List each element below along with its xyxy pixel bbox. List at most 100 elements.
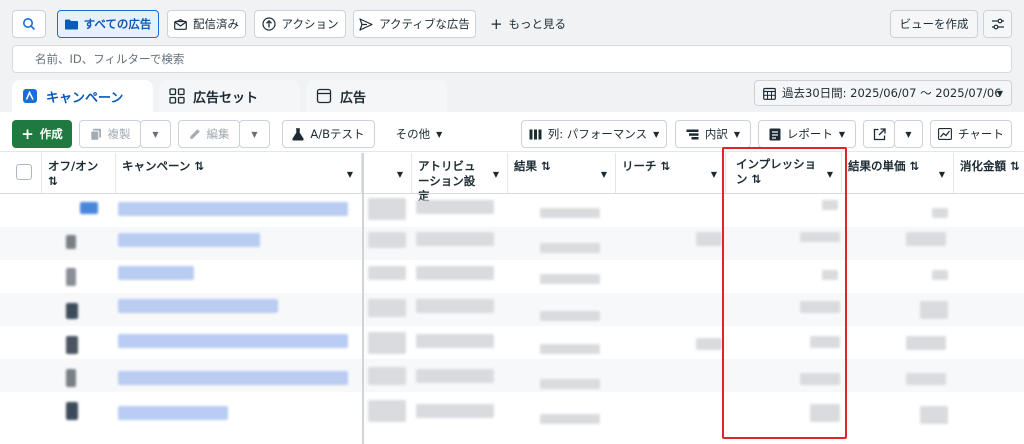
- export-dropdown[interactable]: ▼: [894, 120, 923, 148]
- toggle-switch[interactable]: [66, 268, 76, 286]
- delivery-cell: [368, 232, 406, 248]
- plus-icon: +: [489, 14, 503, 33]
- more-label: もっと見る: [508, 17, 567, 31]
- edit-dropdown[interactable]: ▼: [239, 120, 270, 148]
- cost-per-result-cell: [906, 373, 946, 385]
- chevron-down-icon[interactable]: ▼: [601, 167, 607, 182]
- toggle-switch[interactable]: [66, 402, 78, 420]
- send-icon: [359, 17, 373, 31]
- toggle-switch[interactable]: [66, 235, 76, 249]
- table-row[interactable]: [0, 260, 1024, 293]
- breakdown-icon: [686, 129, 699, 139]
- search-field[interactable]: [12, 45, 1012, 73]
- chevron-down-icon[interactable]: ▼: [397, 167, 403, 182]
- chevron-down-icon: ▼: [436, 129, 443, 139]
- chevron-down-icon[interactable]: ▼: [347, 167, 353, 182]
- chevron-down-icon[interactable]: ▼: [711, 167, 717, 182]
- delivery-cell: [368, 400, 406, 422]
- export-button[interactable]: [863, 120, 895, 148]
- table-row[interactable]: [0, 293, 1024, 326]
- create-view-button[interactable]: ビューを作成: [890, 10, 978, 38]
- search-button[interactable]: [12, 10, 46, 38]
- table-row[interactable]: [0, 227, 1024, 260]
- column-header-label: 消化金額 ⇅: [960, 159, 1020, 173]
- report-label: レポート: [786, 127, 833, 141]
- reach-cell: [696, 338, 722, 350]
- column-header-impressions[interactable]: インプレッション ⇅ ▼: [726, 153, 842, 193]
- chevron-down-icon[interactable]: ▼: [493, 167, 499, 182]
- columns-button[interactable]: 列: パフォーマンス ▼: [521, 120, 667, 148]
- chevron-down-icon: ▼: [152, 129, 159, 139]
- campaign-name-link[interactable]: [118, 334, 348, 348]
- select-all-checkbox[interactable]: [16, 164, 32, 180]
- search-input[interactable]: [13, 46, 1011, 72]
- chevron-down-icon[interactable]: ▼: [827, 167, 833, 182]
- report-button[interactable]: レポート ▼: [758, 120, 856, 148]
- delivery-cell: [368, 332, 406, 354]
- column-header-toggle[interactable]: オフ/オン ⇅: [42, 153, 116, 193]
- tab-label: 広告: [340, 90, 367, 106]
- table-row[interactable]: [0, 359, 1024, 392]
- filter-label: すべての広告: [83, 17, 152, 31]
- sliders-icon: [991, 18, 1004, 30]
- duplicate-button[interactable]: 複製: [79, 120, 141, 148]
- campaign-name-link[interactable]: [118, 233, 260, 247]
- chevron-down-icon: ▼: [996, 88, 1003, 98]
- duplicate-dropdown[interactable]: ▼: [140, 120, 171, 148]
- toggle-switch[interactable]: [66, 303, 78, 319]
- toggle-switch[interactable]: [66, 336, 78, 354]
- column-header-attribution[interactable]: アトリビューション設定 ▼: [412, 153, 508, 203]
- create-button[interactable]: + 作成: [12, 120, 72, 148]
- breakdown-label: 内訳: [704, 127, 728, 141]
- campaign-name-link[interactable]: [118, 299, 278, 313]
- campaign-name-link[interactable]: [118, 266, 194, 280]
- tab-campaigns[interactable]: キャンペーン: [12, 80, 153, 112]
- filter-label: 配信済み: [193, 17, 239, 31]
- breakdown-button[interactable]: 内訳 ▼: [675, 120, 751, 148]
- table-row[interactable]: [0, 392, 1024, 444]
- edit-button[interactable]: 編集: [178, 120, 240, 148]
- results-cell: [540, 274, 600, 284]
- delivery-cell: [368, 299, 406, 317]
- other-label: その他: [395, 127, 431, 141]
- impressions-cell: [810, 404, 840, 422]
- column-header-label: 結果 ⇅: [514, 159, 551, 173]
- filter-label: アクション: [281, 17, 339, 31]
- chevron-down-icon: ▼: [905, 129, 912, 139]
- columns-icon: [529, 129, 542, 139]
- column-header-reach[interactable]: リーチ ⇅ ▼: [616, 153, 726, 193]
- toggle-switch[interactable]: [80, 202, 98, 214]
- chevron-down-icon[interactable]: ▼: [939, 167, 945, 182]
- toggle-switch[interactable]: [66, 369, 76, 387]
- other-menu-button[interactable]: その他 ▼: [384, 120, 454, 148]
- folder-icon: [64, 19, 78, 29]
- results-cell: [540, 344, 600, 354]
- filter-actions[interactable]: アクション: [254, 10, 346, 38]
- campaign-name-link[interactable]: [118, 406, 228, 420]
- filter-delivered[interactable]: 配信済み: [167, 10, 246, 38]
- campaign-name-link[interactable]: [118, 371, 348, 385]
- filter-all-ads[interactable]: すべての広告: [57, 10, 159, 38]
- column-header-campaign[interactable]: キャンペーン ⇅ ▼: [116, 153, 362, 193]
- view-settings-button[interactable]: [983, 10, 1012, 38]
- table-row[interactable]: [0, 194, 1024, 227]
- ab-test-button[interactable]: A/Bテスト: [282, 120, 375, 148]
- campaign-name-link[interactable]: [118, 202, 348, 216]
- chart-button[interactable]: チャート: [930, 120, 1012, 148]
- tab-ad-sets[interactable]: 広告セット: [159, 80, 300, 112]
- date-range-picker[interactable]: 過去30日間: 2025/06/07 〜 2025/07/06 ▼: [754, 80, 1012, 106]
- pencil-icon: [189, 129, 200, 139]
- create-label: 作成: [39, 127, 63, 141]
- tab-ads[interactable]: 広告: [306, 80, 447, 112]
- column-header-results[interactable]: 結果 ⇅ ▼: [508, 153, 616, 193]
- filter-active-ads[interactable]: アクティブな広告: [353, 10, 476, 38]
- column-header-cost-per-result[interactable]: 結果の単価 ⇅ ▼: [842, 153, 954, 193]
- tab-label: キャンペーン: [46, 90, 124, 106]
- chevron-down-icon: ▼: [838, 129, 846, 139]
- impressions-cell: [822, 270, 838, 280]
- column-header-delivery[interactable]: ▼: [364, 153, 412, 193]
- column-header-amount-spent[interactable]: 消化金額 ⇅: [954, 153, 1024, 193]
- more-filters-button[interactable]: + もっと見る: [485, 10, 571, 38]
- impressions-cell: [810, 336, 840, 348]
- table-row[interactable]: [0, 326, 1024, 359]
